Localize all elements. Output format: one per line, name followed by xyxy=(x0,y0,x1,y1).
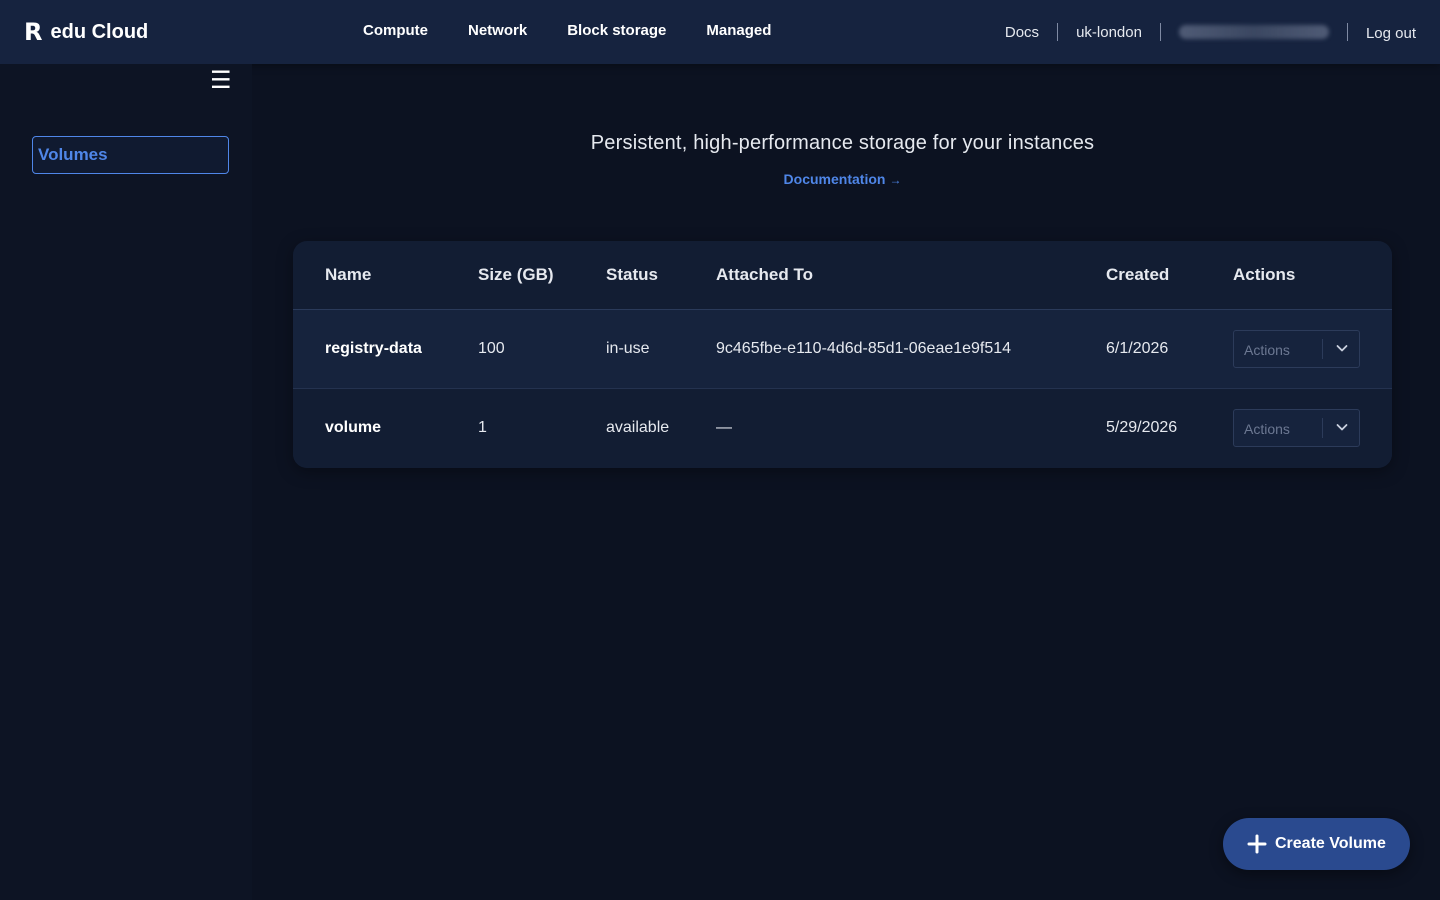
volumes-table: Name Size (GB) Status Attached To Create… xyxy=(293,241,1392,468)
user-email-redacted xyxy=(1178,25,1329,39)
column-header-name[interactable]: Name xyxy=(325,265,371,285)
column-header-status[interactable]: Status xyxy=(606,265,658,285)
documentation-link-label: Documentation xyxy=(783,171,886,187)
nav-compute[interactable]: Compute xyxy=(363,22,428,39)
arrow-right-icon: → xyxy=(889,173,902,187)
volume-status: in-use xyxy=(606,340,650,357)
sidebar-item-volumes[interactable]: Volumes xyxy=(32,136,229,174)
column-header-created[interactable]: Created xyxy=(1106,265,1169,285)
volume-created: 6/1/2026 xyxy=(1106,340,1169,357)
nav-managed[interactable]: Managed xyxy=(706,22,771,39)
table-header: Name Size (GB) Status Attached To Create… xyxy=(293,241,1392,310)
volume-attached-to: 9c465fbe-e110-4d6d-85d1-06eae1e9f514 xyxy=(716,340,1012,357)
chevron-down-icon xyxy=(1336,345,1348,352)
create-volume-label: Create Volume xyxy=(1275,835,1386,852)
top-navigation-bar: R edu Cloud Compute Network Block storag… xyxy=(0,0,1440,64)
volume-name: volume xyxy=(325,419,382,436)
plus-icon xyxy=(1247,834,1267,854)
nav-divider xyxy=(1159,23,1161,41)
create-volume-button[interactable]: Create Volume xyxy=(1223,818,1410,870)
sidebar: ☰ Volumes xyxy=(0,64,252,900)
actions-dropdown[interactable]: Actions xyxy=(1233,330,1360,368)
logout-link[interactable]: Log out xyxy=(1366,25,1416,42)
actions-dropdown-label: Actions xyxy=(1244,421,1290,437)
page-subtitle: Persistent, high-performance storage for… xyxy=(590,132,1095,154)
column-header-size[interactable]: Size (GB) xyxy=(478,265,554,285)
brand-name: edu Cloud xyxy=(50,20,149,43)
volume-size: 100 xyxy=(478,340,505,357)
nav-divider xyxy=(1057,23,1059,41)
brand-logo-icon: R xyxy=(24,18,43,46)
volume-created: 5/29/2026 xyxy=(1106,419,1178,436)
actions-dropdown-label: Actions xyxy=(1244,342,1290,358)
volume-name: registry-data xyxy=(325,340,422,357)
column-header-actions: Actions xyxy=(1233,265,1296,284)
column-header-attached-to[interactable]: Attached To xyxy=(716,265,813,285)
volume-attached-to: — xyxy=(716,419,732,436)
table-row[interactable]: volume 1 available — 5/29/2026 Actions xyxy=(293,389,1392,468)
documentation-link[interactable]: Documentation → xyxy=(252,171,1433,187)
docs-link[interactable]: Docs xyxy=(1005,24,1039,41)
volume-size: 1 xyxy=(478,419,487,436)
chevron-down-icon xyxy=(1336,424,1348,431)
nav-block-storage[interactable]: Block storage xyxy=(567,22,666,39)
region-selector[interactable]: uk-london xyxy=(1076,24,1142,41)
dropdown-divider xyxy=(1322,418,1323,438)
user-nav: Docs uk-london Log out xyxy=(1005,20,1416,44)
table-row[interactable]: registry-data 100 in-use 9c465fbe-e110-4… xyxy=(293,310,1392,389)
volume-status: available xyxy=(606,419,670,436)
brand[interactable]: R edu Cloud xyxy=(24,18,148,46)
hamburger-icon[interactable]: ☰ xyxy=(210,68,232,92)
actions-dropdown[interactable]: Actions xyxy=(1233,409,1360,447)
nav-network[interactable]: Network xyxy=(468,22,527,39)
main-content: Persistent, high-performance storage for… xyxy=(252,64,1440,900)
main-nav: Compute Network Block storage Managed xyxy=(363,22,771,39)
dropdown-divider xyxy=(1322,339,1323,359)
nav-divider xyxy=(1346,23,1348,41)
